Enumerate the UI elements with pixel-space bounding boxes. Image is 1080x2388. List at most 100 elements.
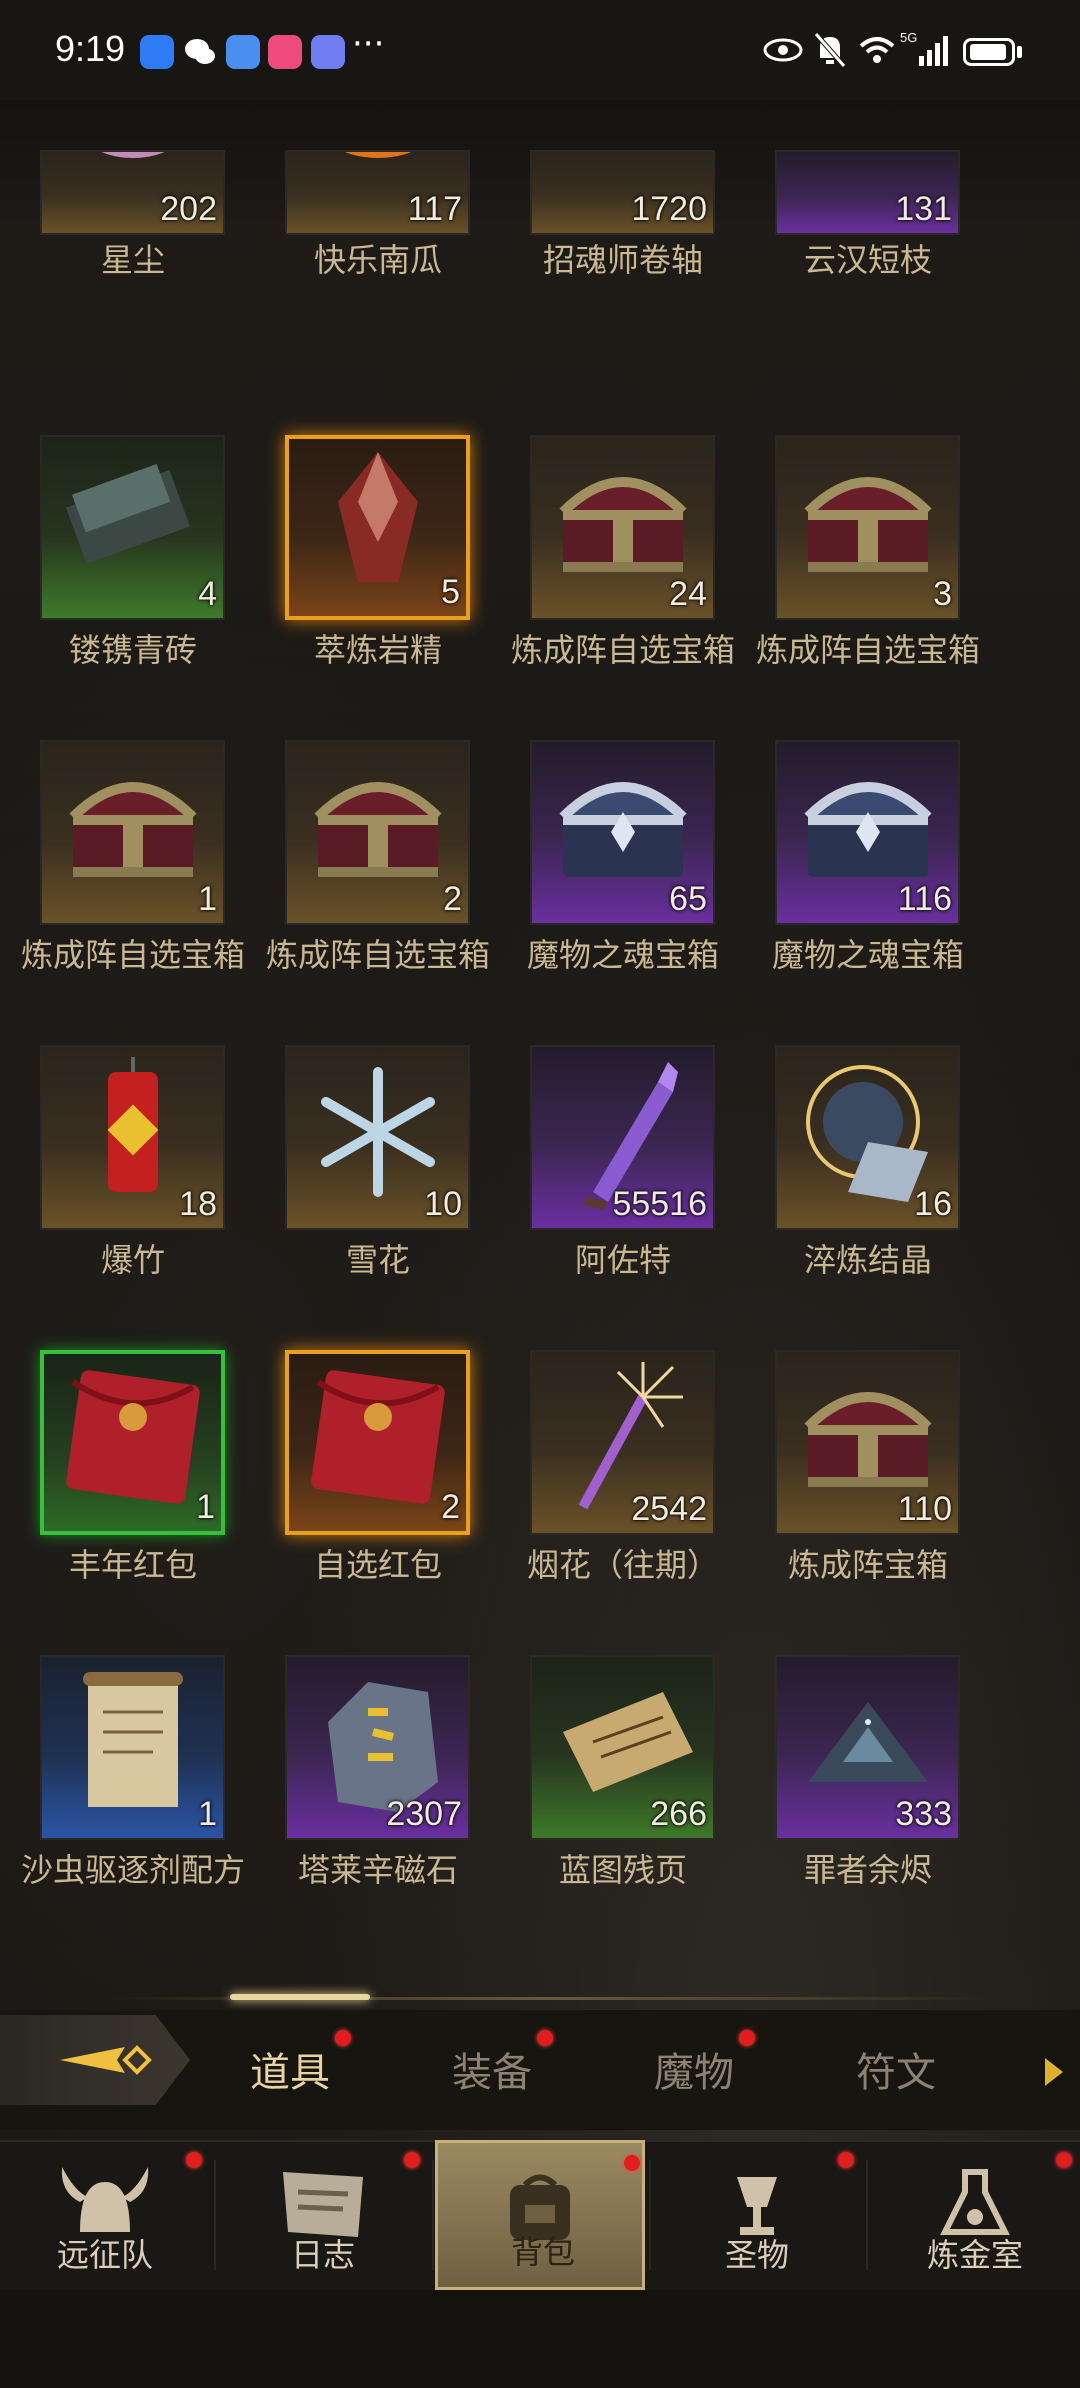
mute-bell-icon [814, 32, 846, 68]
item-tile[interactable]: 266 [530, 1655, 715, 1840]
nav-item[interactable]: 圣物 [652, 2140, 862, 2290]
lofter-app-icon [268, 35, 302, 69]
tab-equipment[interactable]: 装备 [452, 2040, 532, 2098]
nav-label: 背包 [510, 2233, 575, 2271]
tab-items-badge [335, 2030, 351, 2046]
inventory-item[interactable]: 1 沙虫驱逐剂配方 [0, 1655, 245, 1889]
item-name: 塔莱辛磁石 [297, 1851, 458, 1889]
item-tile[interactable]: 55516 [530, 1045, 715, 1230]
item-tile[interactable]: 2307 [285, 1655, 470, 1840]
item-tile[interactable]: 2 [285, 740, 470, 925]
item-count: 18 [179, 1185, 217, 1223]
signal-5g-icon [919, 36, 948, 66]
chest-icon [53, 757, 213, 901]
inventory-item[interactable]: 24 炼成阵自选宝箱 [490, 435, 735, 669]
item-tile[interactable]: 65 [530, 740, 715, 925]
recipe-scroll-icon [53, 1662, 213, 1826]
item-name: 爆竹 [100, 1241, 165, 1279]
item-tile[interactable]: 10 [285, 1045, 470, 1230]
more-notifications-icon: ··· [352, 24, 385, 64]
item-tile[interactable]: 24 [530, 435, 715, 620]
item-count: 2542 [631, 1490, 707, 1528]
inventory-item[interactable]: 5 萃炼岩精 [245, 435, 475, 669]
music-app-icon [311, 35, 345, 69]
inventory-item[interactable]: 1 丰年红包 [0, 1350, 230, 1584]
item-tile[interactable]: 202 [40, 150, 225, 235]
item-tile[interactable]: 1 [40, 1350, 225, 1535]
tab-runes[interactable]: 符文 [856, 2040, 936, 2098]
item-name: 招魂师卷轴 [542, 241, 703, 279]
nav-item[interactable]: 炼金室 [870, 2140, 1080, 2290]
item-count: 55516 [612, 1185, 707, 1223]
inventory-item[interactable]: 55516 阿佐特 [490, 1045, 720, 1279]
item-tile[interactable]: 3 [775, 435, 960, 620]
item-tile[interactable]: 16 [775, 1045, 960, 1230]
item-tile[interactable]: 116 [775, 740, 960, 925]
item-tile[interactable]: 4 [40, 435, 225, 620]
nav-item[interactable]: 远征队 [0, 2140, 210, 2290]
chest-icon [298, 757, 458, 901]
nav-separator [866, 2160, 868, 2270]
item-count: 2307 [386, 1795, 462, 1833]
item-name: 炼成阵宝箱 [787, 1546, 948, 1584]
shield-app-icon [140, 35, 174, 69]
red-envelope-icon [293, 1362, 463, 1516]
inventory-item[interactable]: 4 镂镌青砖 [0, 435, 230, 669]
inventory-item[interactable]: 2307 塔莱辛磁石 [245, 1655, 475, 1889]
item-tile[interactable]: 18 [40, 1045, 225, 1230]
inventory-item[interactable]: 16 淬炼结晶 [735, 1045, 965, 1279]
inventory-item[interactable]: 131 云汉短枝 [735, 130, 965, 280]
item-tile[interactable]: 1 [40, 1655, 225, 1840]
back-button[interactable] [0, 2015, 190, 2105]
item-tile[interactable]: 2 [285, 1350, 470, 1535]
back-arrow-icon [60, 2045, 152, 2075]
item-tile[interactable]: 117 [285, 150, 470, 235]
item-name: 炼成阵自选宝箱 [755, 631, 980, 669]
item-name: 魔物之魂宝箱 [526, 936, 719, 974]
inventory-item[interactable]: 2 炼成阵自选宝箱 [245, 740, 490, 974]
brick-icon [53, 442, 213, 606]
item-count: 1 [198, 1795, 217, 1833]
inventory-item[interactable]: 202 星尘 [0, 130, 230, 280]
inventory-item[interactable]: 333 罪者余烬 [735, 1655, 965, 1889]
item-tile[interactable]: 333 [775, 1655, 960, 1840]
tab-items[interactable]: 道具 [250, 2040, 330, 2098]
inventory-item[interactable]: 1 炼成阵自选宝箱 [0, 740, 245, 974]
item-name: 炼成阵自选宝箱 [265, 936, 490, 974]
inventory-item[interactable]: 117 快乐南瓜 [245, 130, 475, 280]
inventory-item[interactable]: 110 炼成阵宝箱 [735, 1350, 965, 1584]
inventory-item[interactable]: 2 自选红包 [245, 1350, 475, 1584]
tab-monsters[interactable]: 魔物 [654, 2040, 734, 2098]
item-tile[interactable]: 1 [40, 740, 225, 925]
browser-app-icon [226, 35, 260, 69]
item-tile[interactable]: 1720 [530, 150, 715, 235]
nav-badge [404, 2152, 420, 2168]
item-count: 266 [650, 1795, 707, 1833]
inventory-item[interactable]: 65 魔物之魂宝箱 [490, 740, 720, 974]
item-count: 10 [424, 1185, 462, 1223]
inventory-item[interactable]: 116 魔物之魂宝箱 [735, 740, 965, 974]
nav-badge [1056, 2152, 1072, 2168]
item-tile[interactable]: 5 [285, 435, 470, 620]
item-tile[interactable]: 110 [775, 1350, 960, 1535]
chest-icon [788, 452, 948, 596]
nav-item[interactable]: 背包 [435, 2140, 645, 2290]
item-tile[interactable]: 2542 [530, 1350, 715, 1535]
item-count: 131 [895, 190, 952, 228]
item-count: 5 [441, 573, 460, 611]
inventory-item[interactable]: 1720 招魂师卷轴 [490, 130, 720, 280]
nav-item[interactable]: 日志 [218, 2140, 428, 2290]
item-name: 魔物之魂宝箱 [771, 936, 964, 974]
inventory-item[interactable]: 3 炼成阵自选宝箱 [735, 435, 980, 669]
bottom-frame [0, 2290, 1080, 2388]
nav-label: 远征队 [56, 2236, 153, 2274]
inventory-item[interactable]: 2542 烟花（往期） [490, 1350, 720, 1584]
tab-scroll-right-icon[interactable] [1045, 2058, 1063, 2086]
inventory-item[interactable]: 266 蓝图残页 [490, 1655, 720, 1889]
tab-monsters-badge [739, 2030, 755, 2046]
inventory-item[interactable]: 18 爆竹 [0, 1045, 230, 1279]
inventory-item[interactable]: 10 雪花 [245, 1045, 475, 1279]
eye-icon [763, 38, 803, 62]
item-tile[interactable]: 131 [775, 150, 960, 235]
battery-tip [1017, 46, 1022, 58]
